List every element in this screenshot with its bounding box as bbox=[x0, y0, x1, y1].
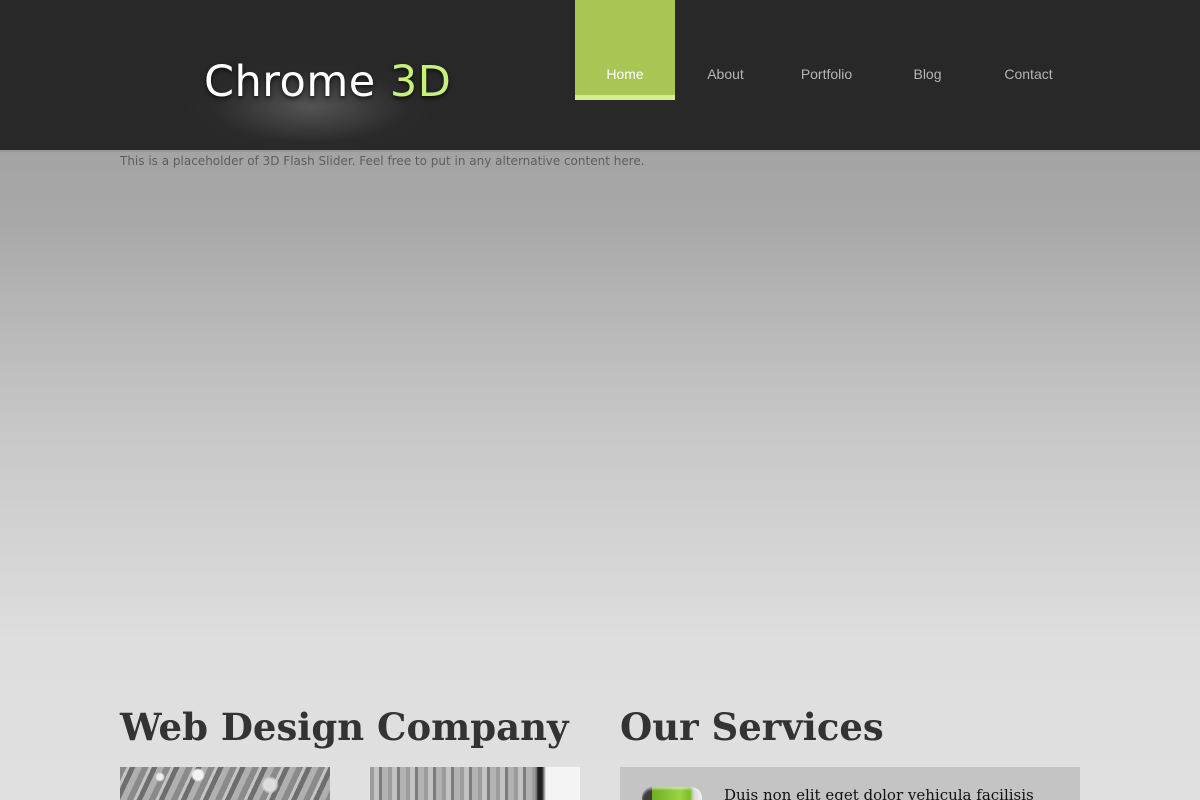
site-header: Chrome 3D Home About Portfolio Blog Cont… bbox=[0, 0, 1200, 160]
portfolio-thumbnail-1[interactable] bbox=[120, 767, 330, 800]
nav-item-about[interactable]: About bbox=[675, 0, 776, 100]
nav-item-home[interactable]: Home bbox=[575, 0, 675, 100]
portfolio-thumbnail-2[interactable] bbox=[370, 767, 580, 800]
our-services-heading: Our Services bbox=[620, 705, 884, 749]
logo-accent-text: 3D bbox=[389, 57, 452, 107]
nav-item-contact[interactable]: Contact bbox=[978, 0, 1079, 100]
battery-icon bbox=[642, 787, 702, 800]
web-design-company-heading: Web Design Company bbox=[120, 705, 569, 749]
logo-text: Chrome bbox=[204, 57, 376, 107]
nav-item-portfolio[interactable]: Portfolio bbox=[776, 0, 877, 100]
slider-placeholder-text: This is a placeholder of 3D Flash Slider… bbox=[120, 154, 645, 168]
service-item: Duis non elit eget dolor vehicula facili… bbox=[620, 767, 1080, 800]
site-logo[interactable]: Chrome 3D bbox=[204, 56, 451, 108]
main-nav: Home About Portfolio Blog Contact bbox=[575, 0, 1079, 100]
nav-item-blog[interactable]: Blog bbox=[877, 0, 978, 100]
service-item-text: Duis non elit eget dolor vehicula facili… bbox=[724, 786, 1034, 800]
